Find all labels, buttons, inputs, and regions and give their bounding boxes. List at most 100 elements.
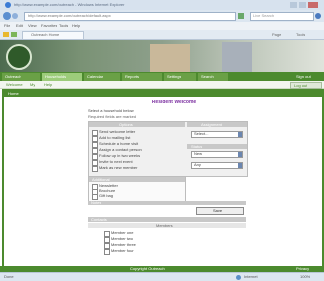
nav-tab-calendar[interactable]: Calendar bbox=[84, 73, 120, 81]
contacts-subheader-label: Members bbox=[156, 224, 173, 228]
checkbox[interactable] bbox=[104, 249, 110, 255]
contacts-header-label: Contacts bbox=[91, 218, 107, 222]
list-item-label: Member four bbox=[111, 249, 134, 253]
assignment-select-value: Select... bbox=[194, 132, 209, 136]
contacts-header: Contacts bbox=[88, 217, 246, 222]
status-zone: Internet bbox=[244, 275, 258, 279]
option-row[interactable]: Schedule a home visit bbox=[92, 142, 184, 148]
option-row[interactable]: Invite to next event bbox=[92, 160, 184, 166]
menu-help[interactable]: Help bbox=[72, 24, 80, 28]
address-text: http://www.example.com/outreach/default.… bbox=[28, 14, 111, 18]
tab-label: Outreach Home bbox=[31, 33, 60, 37]
banner-building bbox=[150, 44, 190, 72]
search-input[interactable]: Live Search bbox=[250, 12, 314, 21]
nav-tab-reports[interactable]: Reports bbox=[122, 73, 162, 81]
checkbox[interactable] bbox=[92, 194, 98, 200]
forward-icon[interactable] bbox=[12, 13, 18, 19]
list-item[interactable]: Member two bbox=[104, 237, 164, 243]
additional-label: Gift bag bbox=[99, 194, 114, 198]
form-title: Resident Welcome bbox=[151, 100, 197, 105]
subnav-my[interactable]: My bbox=[30, 83, 35, 87]
list-item-label: Member two bbox=[111, 237, 134, 241]
nav-signout-link[interactable]: Sign out bbox=[296, 75, 311, 79]
content-frame: Home Resident Welcome Select a household… bbox=[2, 89, 324, 269]
option-row[interactable]: Follow up in two weeks bbox=[92, 154, 184, 160]
menu-file[interactable]: File bbox=[4, 24, 10, 28]
option-row[interactable]: Add to mailing list bbox=[92, 136, 184, 142]
additional-label: Newsletter bbox=[99, 184, 118, 188]
zoom-level[interactable]: 100% bbox=[300, 275, 310, 279]
additional-label: Brochure bbox=[99, 189, 116, 193]
footer-privacy-link[interactable]: Privacy bbox=[296, 267, 309, 271]
status-section-label: Status bbox=[191, 145, 203, 149]
option-row[interactable]: Send welcome letter bbox=[92, 130, 184, 136]
nav-tab-settings[interactable]: Settings bbox=[164, 73, 196, 81]
sub-nav: Welcome My Help Log out bbox=[0, 81, 324, 89]
notes-bar-label: Notes bbox=[91, 201, 102, 205]
nav-tab-settings-label: Settings bbox=[167, 75, 182, 79]
option-row[interactable]: Assign a contact person bbox=[92, 148, 184, 154]
add-favorite-icon[interactable] bbox=[11, 32, 17, 37]
menu-edit[interactable]: Edit bbox=[16, 24, 23, 28]
browser-tab[interactable]: Outreach Home bbox=[22, 31, 84, 40]
option-label: Add to mailing list bbox=[99, 136, 131, 140]
option-label: Follow up in two weeks bbox=[99, 154, 141, 158]
options-header: Options bbox=[89, 122, 185, 127]
menu-tools[interactable]: Tools bbox=[59, 24, 68, 28]
browser-title: http://www.example.com/outreach - Window… bbox=[14, 3, 125, 7]
menu-favorites[interactable]: Favorites bbox=[41, 24, 57, 28]
nav-tab-search[interactable]: Search bbox=[198, 73, 228, 81]
filter-select[interactable]: Any bbox=[191, 162, 243, 169]
logout-button[interactable]: Log out bbox=[290, 82, 322, 89]
additional-header: Additional bbox=[89, 177, 185, 182]
favorites-star-icon[interactable] bbox=[3, 32, 9, 37]
assignment-select[interactable]: Select... bbox=[191, 131, 243, 138]
form-note: Required fields are marked bbox=[88, 115, 137, 119]
list-item[interactable]: Member three bbox=[104, 243, 164, 249]
address-field[interactable]: http://www.example.com/outreach/default.… bbox=[24, 12, 236, 21]
status-select-value: New bbox=[194, 152, 203, 156]
refresh-icon[interactable] bbox=[238, 13, 244, 19]
tab-row: Outreach Home Page Tools bbox=[0, 30, 324, 40]
footer-text: Copyright Outreach bbox=[130, 267, 165, 271]
nav-tab-search-label: Search bbox=[201, 75, 214, 79]
additional-row[interactable]: Gift bag bbox=[92, 194, 182, 200]
checkbox[interactable] bbox=[92, 166, 98, 172]
chevron-down-icon bbox=[238, 163, 242, 168]
subnav-welcome[interactable]: Welcome bbox=[6, 83, 23, 87]
nav-tab-households-label: Households bbox=[45, 75, 67, 79]
menu-bar: File Edit View Favorites Tools Help bbox=[0, 22, 324, 30]
minimize-icon[interactable] bbox=[290, 2, 297, 8]
status-section-header: Status bbox=[187, 144, 247, 149]
close-icon[interactable] bbox=[308, 2, 318, 8]
ie-logo-icon bbox=[5, 2, 11, 8]
form-subtitle: Select a household below bbox=[88, 109, 134, 113]
nav-tab-reports-label: Reports bbox=[125, 75, 140, 79]
banner-tower bbox=[222, 42, 252, 72]
option-label: Send welcome letter bbox=[99, 130, 136, 134]
option-label: Schedule a home visit bbox=[99, 142, 139, 146]
toolbar-tools[interactable]: Tools bbox=[296, 33, 305, 37]
list-item[interactable]: Member one bbox=[104, 231, 164, 237]
nav-tab-calendar-label: Calendar bbox=[87, 75, 104, 79]
list-item[interactable]: Member four bbox=[104, 249, 164, 255]
maximize-icon[interactable] bbox=[299, 2, 306, 8]
site-banner bbox=[0, 40, 324, 72]
additional-group: Additional Newsletter Brochure Gift bag bbox=[88, 176, 186, 202]
option-row[interactable]: Mark as new member bbox=[92, 166, 184, 172]
back-icon[interactable] bbox=[3, 12, 11, 20]
save-button[interactable]: Save bbox=[196, 207, 244, 215]
search-icon[interactable] bbox=[315, 13, 321, 19]
toolbar-page[interactable]: Page bbox=[272, 33, 281, 37]
site-logo bbox=[6, 44, 32, 70]
nav-tab-households[interactable]: Households bbox=[42, 73, 82, 81]
menu-view[interactable]: View bbox=[28, 24, 37, 28]
status-select[interactable]: New bbox=[191, 151, 243, 158]
site-nav: Outreach Households Calendar Reports Set… bbox=[0, 72, 324, 81]
address-bar-row: http://www.example.com/outreach/default.… bbox=[0, 10, 324, 22]
save-button-label: Save bbox=[213, 209, 223, 213]
nav-tab-outreach[interactable]: Outreach bbox=[2, 73, 40, 81]
browser-title-bar: http://www.example.com/outreach - Window… bbox=[0, 0, 324, 10]
subnav-help[interactable]: Help bbox=[44, 83, 52, 87]
options-panel: Options Assignment Send welcome letter A… bbox=[88, 121, 248, 177]
